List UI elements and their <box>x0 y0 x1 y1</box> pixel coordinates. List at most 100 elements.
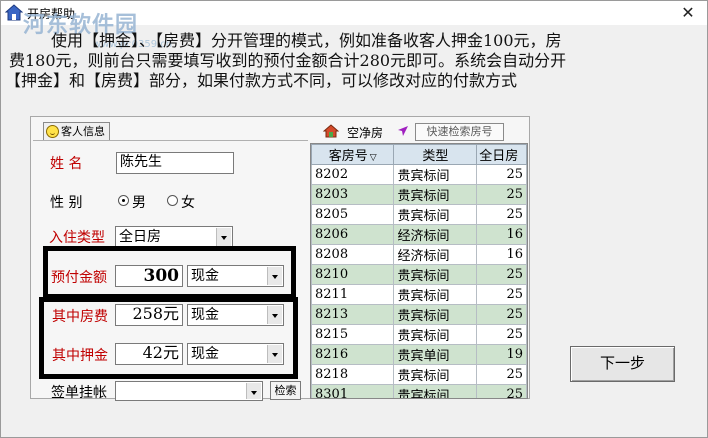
tab-guest-info-label: 客人信息 <box>61 125 105 138</box>
table-cell-type: 贵宾标间 <box>393 204 478 225</box>
dialog-window: 开房帮助 ✕ 河东软件园 www.pc0359.cn 使用【押金】、【房费】分开… <box>0 0 708 438</box>
sign-account-select[interactable] <box>115 381 263 401</box>
table-cell-type: 贵宾单间 <box>393 344 478 365</box>
room-status-label: 空净房 <box>347 126 384 140</box>
gender-female-label: 女 <box>181 195 195 211</box>
gender-label: 性 别 <box>50 195 83 211</box>
cursor-arrow-icon <box>398 126 408 136</box>
tab-guest-info[interactable]: 客人信息 <box>43 122 110 140</box>
table-cell-price: 25 <box>476 304 527 325</box>
table-cell-room: 8210 <box>311 264 395 285</box>
table-row[interactable]: 8216 贵宾单间 19 <box>311 344 527 365</box>
table-cell-room: 8216 <box>311 344 395 365</box>
table-row[interactable]: 8301 贵宾标间 25 <box>311 384 527 398</box>
table-cell-type: 贵宾标间 <box>393 284 478 305</box>
room-fee-label: 其中房费 <box>52 309 108 325</box>
table-row[interactable]: 8206 经济标间 16 <box>311 224 527 245</box>
gender-male-label: 男 <box>132 195 146 211</box>
table-cell-room: 8206 <box>311 224 395 245</box>
chevron-down-icon <box>216 228 231 246</box>
prepay-label: 预付金额 <box>51 270 107 286</box>
table-cell-room: 8213 <box>311 304 395 325</box>
table-row[interactable]: 8210 贵宾标间 25 <box>311 264 527 285</box>
table-cell-type: 贵宾标间 <box>393 184 478 205</box>
house-icon <box>323 124 339 138</box>
deposit-method-value: 现金 <box>191 346 219 362</box>
table-cell-price: 25 <box>476 164 527 185</box>
close-button[interactable]: ✕ <box>673 1 703 25</box>
table-cell-type: 贵宾标间 <box>393 304 478 325</box>
intro-line-3: 【押金】和【房费】部分，如果付款方式不同，可以修改对应的付款方式 <box>5 71 518 90</box>
window-title: 开房帮助 <box>27 7 76 21</box>
table-cell-type: 贵宾标间 <box>393 384 478 398</box>
column-header-type[interactable]: 类型 <box>393 144 478 165</box>
table-cell-price: 25 <box>476 384 527 398</box>
name-label: 姓 名 <box>50 156 83 172</box>
chevron-down-icon <box>246 383 261 399</box>
house-icon <box>5 4 23 21</box>
checkin-type-value: 全日房 <box>119 229 161 245</box>
quick-search-room-button[interactable]: 快速检索房号 <box>415 123 504 141</box>
intro-text: 使用【押金】、【房费】分开管理的模式，例如准备收客人押金100元，房 费180元… <box>5 31 705 91</box>
table-row[interactable]: 8213 贵宾标间 25 <box>311 304 527 325</box>
sign-label: 签单挂帐 <box>51 385 107 401</box>
room-table: 客房号 ▽ 类型 全日房 8202 贵宾标间 25 8203 贵宾标间 25 8205 贵宾标间… <box>311 144 527 398</box>
table-cell-room: 8301 <box>311 384 395 398</box>
room-table-body: 8202 贵宾标间 25 8203 贵宾标间 25 8205 贵宾标间 25 8206 经济标间 16… <box>311 164 527 398</box>
table-cell-price: 25 <box>476 204 527 225</box>
table-cell-price: 25 <box>476 284 527 305</box>
table-cell-price: 25 <box>476 264 527 285</box>
table-cell-room: 8218 <box>311 364 395 385</box>
table-cell-room: 8202 <box>311 164 395 185</box>
chevron-down-icon <box>267 345 282 363</box>
table-row[interactable]: 8205 贵宾标间 25 <box>311 204 527 225</box>
table-row[interactable]: 8218 贵宾标间 25 <box>311 364 527 385</box>
room-fee-method-value: 现金 <box>191 307 219 323</box>
chevron-down-icon <box>267 306 282 324</box>
table-cell-room: 8215 <box>311 324 395 345</box>
next-step-button[interactable]: 下一步 <box>570 346 675 382</box>
sort-down-icon: ▽ <box>369 153 377 163</box>
column-header-room[interactable]: 客房号 ▽ <box>311 144 395 165</box>
table-cell-room: 8211 <box>311 284 395 305</box>
room-table-header: 客房号 ▽ 类型 全日房 <box>311 144 527 165</box>
prepay-input[interactable]: 300 <box>115 265 183 287</box>
table-cell-price: 16 <box>476 224 527 245</box>
table-row[interactable]: 8215 贵宾标间 25 <box>311 324 527 345</box>
table-cell-type: 贵宾标间 <box>393 364 478 385</box>
table-cell-type: 贵宾标间 <box>393 324 478 345</box>
chevron-down-icon <box>267 267 282 285</box>
title-bar: 开房帮助 ✕ <box>1 1 707 25</box>
column-header-full-day[interactable]: 全日房 <box>476 144 527 165</box>
deposit-label: 其中押金 <box>52 348 108 364</box>
table-cell-type: 经济标间 <box>393 224 478 245</box>
room-fee-input[interactable]: 258元 <box>115 304 183 326</box>
table-cell-price: 25 <box>476 324 527 345</box>
room-fee-method-select[interactable]: 现金 <box>187 304 284 326</box>
table-cell-price: 25 <box>476 184 527 205</box>
table-cell-room: 8205 <box>311 204 395 225</box>
prepay-method-select[interactable]: 现金 <box>187 265 284 287</box>
checkin-type-label: 入住类型 <box>49 230 105 246</box>
table-row[interactable]: 8211 贵宾标间 25 <box>311 284 527 305</box>
table-row[interactable]: 8208 经济标间 16 <box>311 244 527 265</box>
intro-line-2: 费180元，则前台只需要填写收到的预付金额合计280元即可。系统会自动分开 <box>9 51 567 70</box>
deposit-input[interactable]: 42元 <box>115 343 183 365</box>
table-row[interactable]: 8202 贵宾标间 25 <box>311 164 527 185</box>
table-cell-price: 19 <box>476 344 527 365</box>
smiley-icon <box>46 125 59 138</box>
table-cell-price: 16 <box>476 244 527 265</box>
intro-line-1: 使用【押金】、【房费】分开管理的模式，例如准备收客人押金100元，房 <box>51 31 562 50</box>
deposit-method-select[interactable]: 现金 <box>187 343 284 365</box>
gender-female-radio[interactable] <box>167 195 178 206</box>
table-cell-type: 贵宾标间 <box>393 264 478 285</box>
gender-male-radio[interactable] <box>118 195 129 206</box>
search-button[interactable]: 检索 <box>270 381 301 400</box>
table-cell-price: 25 <box>476 364 527 385</box>
name-input[interactable]: 陈先生 <box>116 152 234 174</box>
room-grid: 客房号 ▽ 类型 全日房 8202 贵宾标间 25 8203 贵宾标间 25 8205 贵宾标间… <box>310 143 528 399</box>
table-row[interactable]: 8203 贵宾标间 25 <box>311 184 527 205</box>
checkin-type-select[interactable]: 全日房 <box>115 226 233 248</box>
table-cell-room: 8203 <box>311 184 395 205</box>
table-cell-room: 8208 <box>311 244 395 265</box>
